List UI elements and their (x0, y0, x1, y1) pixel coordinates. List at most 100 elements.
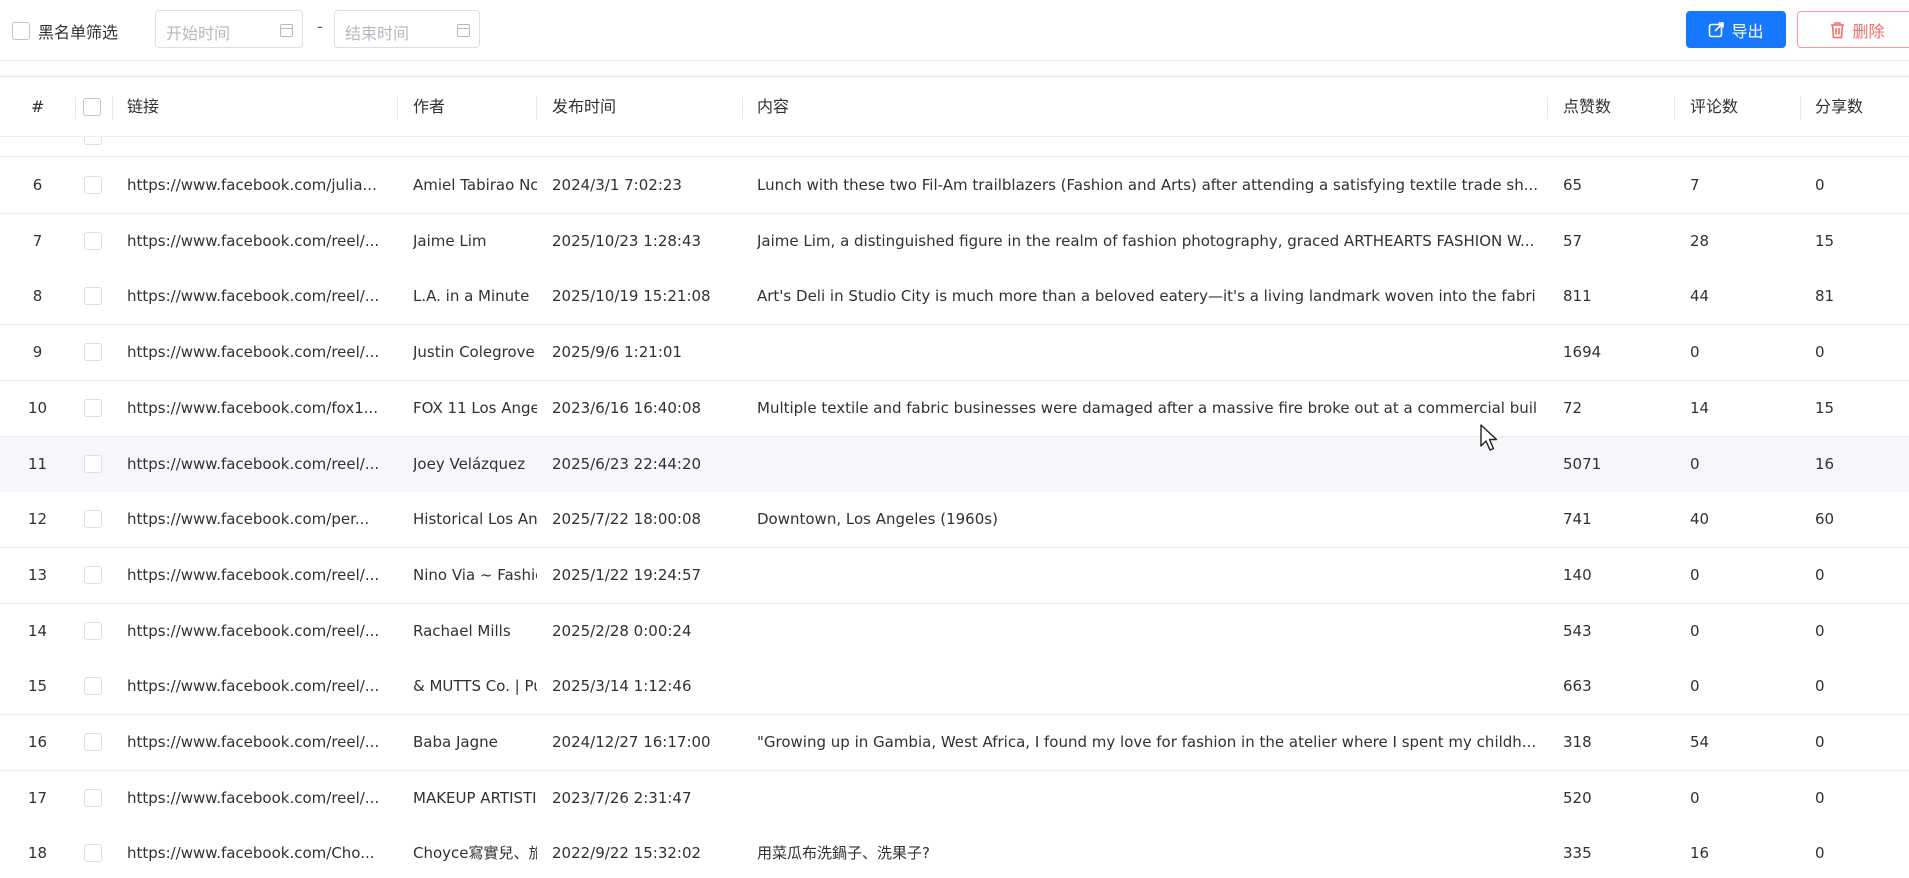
cell-link[interactable]: https://www.facebook.com/fox1... (127, 381, 389, 436)
cell-content: Art's Deli in Studio City is much more t… (757, 287, 1537, 305)
table-row[interactable]: 9 https://www.facebook.com/reel/... Justin… (0, 325, 1909, 381)
cell-link[interactable]: https://www.facebook.com/reel/... (127, 548, 389, 603)
table-row[interactable]: 8 https://www.facebook.com/reel/... L.A. i… (0, 269, 1909, 325)
toolbar: 黑名单筛选 开始时间 - 结束时间 导出 删除 (0, 0, 1909, 60)
cell-link[interactable]: https://www.facebook.com/reel/... (127, 325, 389, 380)
cell-link[interactable]: https://www.facebook.com/reel/... (127, 771, 389, 826)
cell-content: Lunch with these two Fil-Am trailblazers… (757, 176, 1537, 194)
cell-likes: 520 (1563, 789, 1592, 807)
row-checkbox[interactable] (84, 399, 102, 417)
table-row[interactable]: 17 https://www.facebook.com/reel/... MAKEU… (0, 771, 1909, 827)
cell-shares: 15 (1815, 399, 1835, 417)
column-header-link[interactable]: 链接 (127, 77, 159, 137)
cell-comments: 0 (1690, 677, 1700, 695)
cell-link[interactable]: https://www.facebook.com/julia... (127, 158, 389, 213)
cell-link[interactable]: https://www.facebook.com/reel/... (127, 269, 389, 324)
cell-likes: 65 (1563, 176, 1583, 194)
cell-author: FOX 11 Los Ange (413, 399, 537, 417)
row-checkbox[interactable] (84, 510, 102, 528)
cell-link[interactable]: https://www.facebook.com/reel/... (127, 659, 389, 714)
share-box-icon (1709, 22, 1725, 38)
column-header-shares[interactable]: 分享数 (1815, 77, 1863, 137)
blacklist-checkbox[interactable] (12, 22, 30, 40)
table-row[interactable]: 11 https://www.facebook.com/reel/... Joey … (0, 437, 1909, 493)
column-header-author[interactable]: 作者 (413, 77, 445, 137)
cell-author: Choyce寫實兒、旅 (413, 844, 537, 862)
cell-comments: 0 (1690, 789, 1700, 807)
row-checkbox[interactable] (84, 622, 102, 640)
delete-button[interactable]: 删除 (1797, 11, 1909, 48)
cell-content: Jaime Lim, a distinguished figure in the… (757, 232, 1535, 250)
cell-index: 15 (27, 677, 48, 695)
cell-link[interactable]: https://www.facebook.com/per... (127, 492, 389, 547)
row-checkbox[interactable] (84, 343, 102, 361)
row-checkbox[interactable] (84, 287, 102, 305)
blacklist-filter[interactable]: 黑名单筛选 (12, 19, 118, 43)
row-checkbox[interactable] (84, 455, 102, 473)
table-row[interactable]: 10 https://www.facebook.com/fox1... FOX 11… (0, 381, 1909, 437)
row-checkbox[interactable] (84, 232, 102, 250)
row-checkbox[interactable] (84, 844, 102, 862)
column-divider (75, 97, 76, 119)
start-date-input[interactable]: 开始时间 (155, 10, 303, 48)
export-button[interactable]: 导出 (1686, 11, 1786, 48)
cell-content (757, 604, 1537, 659)
cell-content: "Growing up in Gambia, West Africa, I fo… (757, 733, 1537, 751)
table-header: # 链接 作者 发布时间 内容 点赞数 评论数 分享数 (0, 77, 1909, 137)
cell-author: Nino Via ~ Fashic (413, 566, 537, 584)
cell-published: 2022/9/22 15:32:02 (552, 844, 702, 862)
export-label: 导出 (1731, 21, 1764, 41)
cell-comments: 54 (1690, 733, 1710, 751)
cell-published: 2025/7/22 18:00:08 (552, 510, 702, 528)
cell-likes: 335 (1563, 844, 1592, 862)
cell-index: 17 (27, 789, 48, 807)
cell-index: 9 (32, 343, 43, 361)
cell-link[interactable]: https://www.facebook.com/reel/... (127, 214, 389, 269)
cell-content: 用菜瓜布洗鍋子、洗果子? (757, 844, 930, 862)
cell-index: 14 (27, 622, 48, 640)
table-row[interactable]: 7 https://www.facebook.com/reel/... Jaime … (0, 214, 1909, 270)
table-row[interactable]: 14 https://www.facebook.com/reel/... Racha… (0, 604, 1909, 660)
cell-published: 2025/3/14 1:12:46 (552, 677, 692, 695)
cell-link[interactable]: https://www.facebook.com/reel/... (127, 604, 389, 659)
cell-shares: 0 (1815, 622, 1825, 640)
cell-published: 2023/6/16 16:40:08 (552, 399, 702, 417)
column-header-likes[interactable]: 点赞数 (1563, 77, 1611, 137)
table-row[interactable]: 6 https://www.facebook.com/julia... Amiel … (0, 158, 1909, 214)
table-row[interactable]: 16 https://www.facebook.com/reel/... Baba … (0, 715, 1909, 771)
column-header-content[interactable]: 内容 (757, 77, 789, 137)
cell-published: 2025/6/23 22:44:20 (552, 455, 702, 473)
cell-link[interactable]: https://www.facebook.com/reel/... (127, 437, 389, 492)
cell-author: MAKEUP ARTISTI (413, 789, 537, 807)
row-checkbox[interactable] (84, 733, 102, 751)
table-row[interactable]: 15 https://www.facebook.com/reel/... & MUT… (0, 659, 1909, 715)
cell-index: 18 (27, 844, 48, 862)
row-checkbox[interactable] (84, 137, 102, 145)
column-header-comments[interactable]: 评论数 (1690, 77, 1738, 137)
cell-index: 16 (27, 733, 48, 751)
table-row[interactable]: 12 https://www.facebook.com/per... Histori… (0, 492, 1909, 548)
cell-shares: 16 (1815, 455, 1835, 473)
cell-comments: 40 (1690, 510, 1710, 528)
table-row[interactable]: 18 https://www.facebook.com/Cho... Choyce寫… (0, 826, 1909, 878)
cell-link[interactable]: https://www.facebook.com/reel/... (127, 715, 389, 770)
cell-published: 2025/9/6 1:21:01 (552, 343, 682, 361)
column-header-index: # (31, 97, 45, 116)
end-date-input[interactable]: 结束时间 (334, 10, 480, 48)
row-checkbox[interactable] (84, 789, 102, 807)
table-row[interactable]: 13 https://www.facebook.com/reel/... Nino … (0, 548, 1909, 604)
row-checkbox[interactable] (84, 677, 102, 695)
column-header-published[interactable]: 发布时间 (552, 77, 616, 137)
row-checkbox[interactable] (84, 566, 102, 584)
cell-link[interactable]: https://www.facebook.com/Cho... (127, 826, 389, 878)
cell-comments: 0 (1690, 622, 1700, 640)
cell-comments: 0 (1690, 455, 1700, 473)
cell-index: 10 (27, 399, 48, 417)
select-all-checkbox[interactable] (83, 98, 101, 116)
cell-shares: 0 (1815, 176, 1825, 194)
cell-index: 13 (27, 566, 48, 584)
row-checkbox[interactable] (84, 176, 102, 194)
cell-content (757, 659, 1537, 714)
cell-comments: 44 (1690, 287, 1710, 305)
cell-index: 12 (27, 510, 48, 528)
